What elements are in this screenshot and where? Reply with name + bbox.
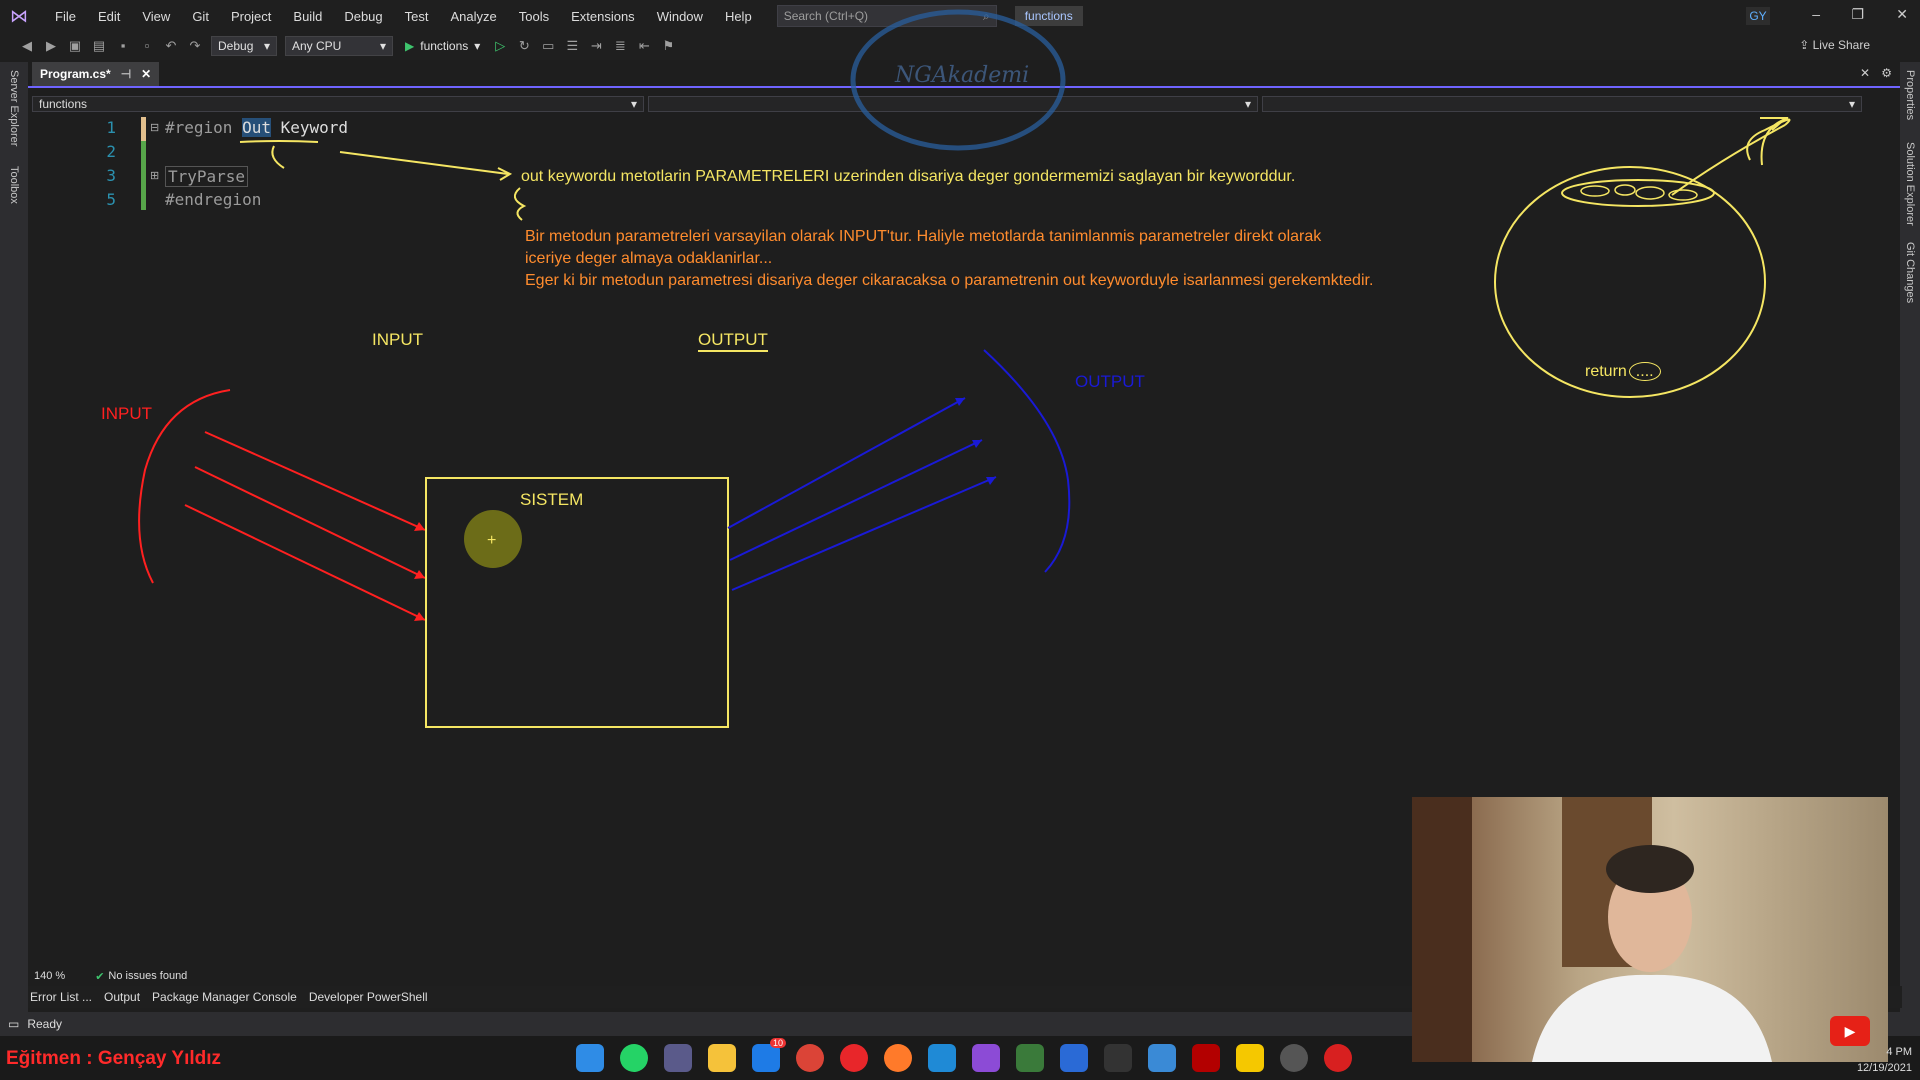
output-arrow <box>731 476 997 591</box>
zoom-level[interactable]: 140 % <box>34 970 65 982</box>
shirt <box>1532 974 1772 1062</box>
opera-icon[interactable] <box>840 1044 868 1072</box>
windows-start-icon[interactable] <box>576 1044 604 1072</box>
mail-icon[interactable]: 10 <box>752 1038 786 1072</box>
method-ellipse <box>1494 166 1766 398</box>
tab-package-manager-console[interactable]: Package Manager Console <box>152 990 297 1004</box>
mail-badge: 10 <box>769 1038 786 1048</box>
visual-studio-icon[interactable] <box>972 1044 1000 1072</box>
input-arrow <box>194 466 426 579</box>
cursor-plus-icon: + <box>487 532 496 549</box>
out-arrow <box>1671 124 1786 196</box>
postman-icon[interactable] <box>884 1044 912 1072</box>
squiggle-mark <box>271 145 285 169</box>
tab-error-list[interactable]: Error List ... <box>30 990 92 1004</box>
task-view-icon[interactable] <box>664 1044 692 1072</box>
input-arrow <box>184 504 426 621</box>
status-icon: ▭ <box>8 1017 20 1031</box>
ready-status: Ready <box>27 1017 63 1031</box>
underline-mark <box>239 140 319 143</box>
photos-icon[interactable] <box>1148 1044 1176 1072</box>
tab-developer-powershell[interactable]: Developer PowerShell <box>309 990 428 1004</box>
watermark-ring <box>850 9 1066 151</box>
output-bracket <box>983 349 1071 573</box>
vscode-icon[interactable] <box>928 1044 956 1072</box>
netflix-icon[interactable] <box>1192 1044 1220 1072</box>
editor-status-bar: 140 % ✔ No issues found <box>28 966 1418 986</box>
excel-icon[interactable] <box>1016 1044 1044 1072</box>
powershell-icon[interactable] <box>1060 1044 1088 1072</box>
output-arrow <box>727 397 966 529</box>
system-clock: 4 PM 12/19/2021 <box>1857 1044 1912 1076</box>
pointer-arrow <box>339 151 509 175</box>
input-arrow <box>204 431 426 531</box>
clock-date: 12/19/2021 <box>1856 1062 1912 1074</box>
param-circle <box>1614 184 1636 196</box>
bookshelf <box>1412 797 1472 1062</box>
system-box <box>425 477 729 728</box>
issues-status[interactable]: No issues found <box>108 970 187 982</box>
obs-icon[interactable] <box>1280 1044 1308 1072</box>
check-icon: ✔ <box>95 970 105 983</box>
param-circle <box>1580 185 1610 197</box>
webcam-figure <box>1412 797 1772 1062</box>
clock-time: 4 PM <box>1886 1046 1912 1058</box>
tab-output[interactable]: Output <box>104 990 140 1004</box>
parameters-ellipse <box>1561 179 1715 207</box>
record-icon[interactable] <box>1324 1044 1352 1072</box>
instructor-webcam: ▶ <box>1412 797 1888 1062</box>
youtube-play-icon[interactable]: ▶ <box>1830 1016 1870 1046</box>
chrome-icon[interactable] <box>796 1044 824 1072</box>
instructor-caption: Eğitmen : Gençay Yıldız <box>6 1048 222 1069</box>
bracket-mark <box>513 187 527 221</box>
whatsapp-icon[interactable] <box>620 1044 648 1072</box>
param-circle <box>1635 186 1665 200</box>
terminal-icon[interactable] <box>1104 1044 1132 1072</box>
input-bracket <box>138 389 231 584</box>
sticky-notes-icon[interactable] <box>1236 1044 1264 1072</box>
file-explorer-icon[interactable] <box>708 1044 736 1072</box>
hair <box>1606 845 1694 893</box>
